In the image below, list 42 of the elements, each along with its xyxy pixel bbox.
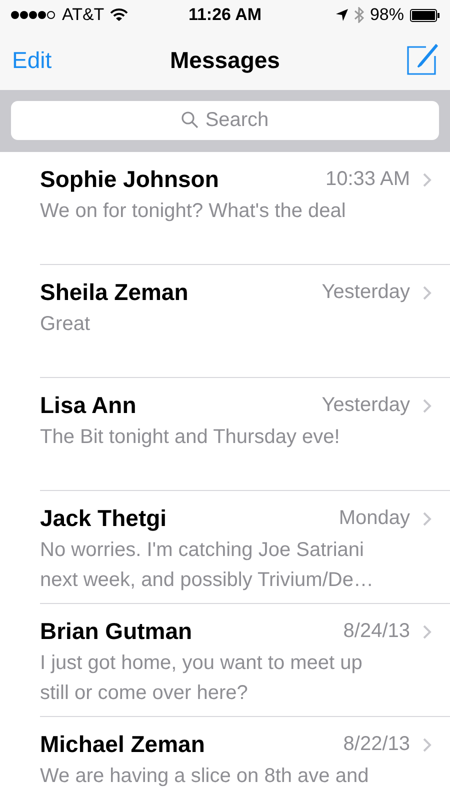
- chevron-icon: [422, 398, 432, 414]
- carrier-name: AT&T: [62, 5, 104, 25]
- chevron-icon: [422, 510, 432, 526]
- location-arrow-icon: [336, 9, 348, 21]
- conversation-row[interactable]: Jack Thetgi Monday No worries. I'm catching Joe Satriani next week, and possibly Trivium/De…: [40, 491, 450, 604]
- contact-name: Sophie Johnson: [40, 166, 220, 193]
- search-icon: [181, 111, 199, 129]
- compose-icon[interactable]: [406, 44, 438, 76]
- message-preview: Great: [40, 312, 92, 337]
- contact-name: Sheila Zeman: [40, 279, 190, 306]
- message-preview: No worries. I'm catching Joe Satriani next week, and possibly Trivium/De…: [40, 538, 374, 593]
- message-preview: We on for tonight? What's the deal: [40, 199, 347, 224]
- message-time: Yesterday: [322, 394, 410, 417]
- conversation-row[interactable]: Sheila Zeman Yesterday Great: [40, 265, 450, 378]
- conversation-row[interactable]: Michael Zeman 8/22/13 We are having a slice on 8th ave and: [40, 717, 450, 800]
- conversation-row[interactable]: Brian Gutman 8/24/13 I just got home, you want to meet up still or come over here?: [40, 604, 450, 717]
- chevron-icon: [422, 172, 432, 188]
- search-field[interactable]: Search: [11, 101, 439, 140]
- contact-name: Lisa Ann: [40, 392, 138, 419]
- battery-icon: [410, 8, 440, 22]
- message-time: 10:33 AM: [325, 168, 410, 191]
- message-time: 8/22/13: [343, 733, 410, 756]
- contact-name: Brian Gutman: [40, 618, 194, 645]
- contact-name: Michael Zeman: [40, 731, 206, 758]
- message-time: 8/24/13: [343, 620, 410, 643]
- chevron-icon: [422, 624, 432, 640]
- screen-title: Messages: [170, 46, 280, 74]
- message-time: Yesterday: [322, 281, 410, 304]
- chevron-icon: [422, 736, 432, 752]
- chevron-icon: [422, 284, 432, 300]
- conversation-row[interactable]: Sophie Johnson 10:33 AM We on for tonight? What's the deal: [40, 152, 450, 265]
- battery-percent: 98%: [370, 5, 404, 25]
- conversation-row[interactable]: Lisa Ann Yesterday The Bit tonight and Thursday eve!: [40, 378, 450, 491]
- status-time: 11:26 AM: [188, 5, 262, 25]
- message-time: Monday: [338, 507, 410, 530]
- contact-name: Jack Thetgi: [40, 505, 168, 532]
- message-preview: We are having a slice on 8th ave and: [40, 764, 370, 789]
- signal-icon: [10, 10, 56, 20]
- message-preview: I just got home, you want to meet up still or come over here?: [40, 651, 364, 706]
- wifi-icon: [110, 8, 128, 22]
- message-preview: The Bit tonight and Thursday eve!: [40, 425, 341, 450]
- bluetooth-icon: [354, 7, 364, 23]
